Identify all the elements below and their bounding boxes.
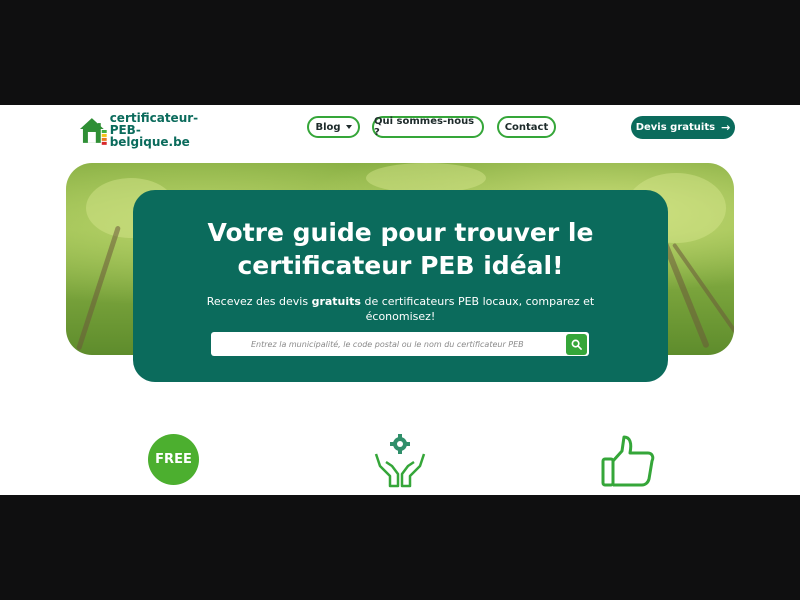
thumbs-up-icon: [601, 435, 655, 487]
search-input[interactable]: [211, 333, 566, 355]
hero-card: Votre guide pour trouver le certificateu…: [133, 190, 668, 382]
nav-blog-label: Blog: [315, 121, 341, 133]
hero-subtitle-after: de certificateurs PEB locaux, comparez e…: [360, 295, 595, 308]
hero-title-line-2: certificateur PEB idéal!: [237, 251, 564, 280]
hero-title-line-1: Votre guide pour trouver le: [207, 218, 594, 247]
nav-about-label: Qui sommes-nous ?: [374, 116, 475, 138]
tree-trunk: [76, 225, 121, 351]
hero-subtitle: Recevez des devis gratuits de certificat…: [133, 294, 668, 324]
chevron-down-icon: [345, 125, 352, 129]
logo-line-2: belgique.be: [109, 135, 190, 149]
search-button[interactable]: [566, 333, 587, 355]
hero-subtitle-line-2: économisez!: [365, 310, 436, 323]
search-icon: [571, 339, 582, 350]
house-logo-icon: [79, 118, 107, 145]
nav-contact-link[interactable]: Contact: [497, 116, 556, 138]
hero-subtitle-bold: gratuits: [311, 295, 361, 308]
site-logo[interactable]: certificateur-PEB- belgique.be: [78, 112, 228, 148]
hero-title: Votre guide pour trouver le certificateu…: [133, 216, 668, 282]
nav-contact-label: Contact: [504, 121, 549, 133]
free-quotes-label: Devis gratuits: [635, 122, 716, 133]
arrow-right-icon: →: [721, 121, 731, 134]
web-page: certificateur-PEB- belgique.be Blog Qui …: [0, 105, 800, 495]
free-quotes-button[interactable]: Devis gratuits →: [631, 116, 735, 139]
nav-blog-dropdown[interactable]: Blog: [307, 116, 360, 138]
foliage-highlight: [366, 163, 486, 193]
logo-line-1: certificateur-PEB-: [109, 111, 199, 137]
hands-gear-icon: [374, 434, 426, 488]
nav-about-link[interactable]: Qui sommes-nous ?: [372, 116, 484, 138]
search-bar: [211, 332, 589, 356]
logo-text: certificateur-PEB- belgique.be: [110, 112, 228, 148]
free-badge: FREE: [148, 434, 199, 485]
hero-subtitle-before: Recevez des devis: [206, 295, 312, 308]
free-badge-label: FREE: [155, 452, 192, 467]
